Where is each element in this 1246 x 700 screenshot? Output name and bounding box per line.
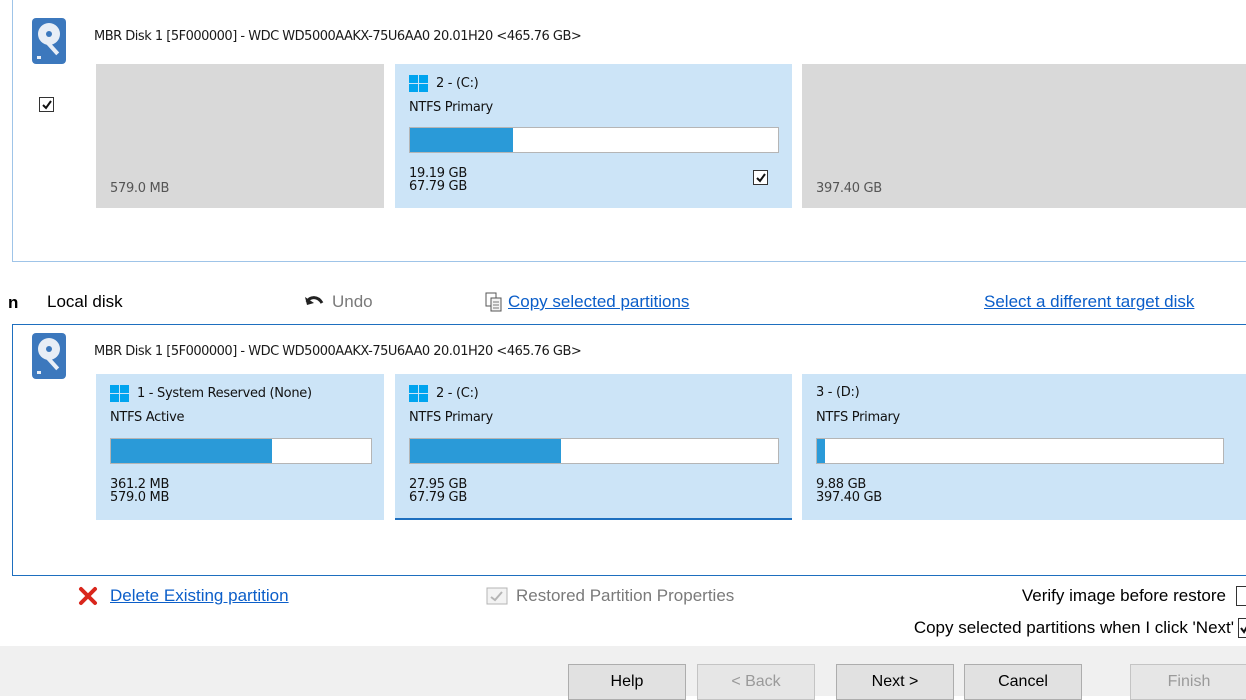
partition-total: 67.79 GB: [409, 179, 467, 194]
partition-type: NTFS Primary: [409, 410, 493, 425]
partition-label-row: 3 - (D:): [816, 385, 860, 400]
partition-total: 67.79 GB: [409, 490, 467, 505]
partition-label: 1 - System Reserved (None): [137, 386, 312, 401]
cancel-button[interactable]: Cancel: [964, 664, 1082, 700]
next-button[interactable]: Next >: [836, 664, 954, 700]
partition-label-row: 2 - (C:): [409, 385, 479, 402]
verify-label: Verify image before restore: [1021, 586, 1226, 605]
usage-fill: [410, 128, 514, 152]
help-button[interactable]: Help: [568, 664, 686, 700]
undo-icon: [305, 296, 324, 305]
cut-off-label: n: [8, 293, 19, 312]
partition-type: NTFS Active: [110, 410, 185, 425]
target-partition-3[interactable]: 3 - (D:) NTFS Primary 9.88 GB 397.40 GB: [802, 374, 1246, 520]
copy-selected-partitions-link[interactable]: Copy selected partitions: [484, 292, 689, 312]
target-disk-title: MBR Disk 1 [5F000000] - WDC WD5000AAKX-7…: [94, 344, 582, 359]
destination-label: Local disk: [47, 292, 123, 311]
hard-disk-icon: [32, 18, 66, 64]
partition-size: 579.0 MB: [110, 181, 170, 196]
finish-button[interactable]: Finish: [1130, 664, 1246, 700]
partition-usage-bar: [409, 127, 779, 153]
copy-icon: [485, 292, 502, 312]
partition-label: 3 - (D:): [816, 385, 860, 400]
copy-on-next-checkbox[interactable]: [1238, 618, 1246, 638]
restored-partition-properties-button[interactable]: Restored Partition Properties: [486, 586, 734, 606]
source-partition-3[interactable]: 397.40 GB: [802, 64, 1246, 208]
restored-props-label: Restored Partition Properties: [516, 586, 735, 605]
partition-total: 579.0 MB: [110, 490, 170, 505]
partition-label: 2 - (C:): [436, 76, 479, 91]
hard-disk-icon: [32, 333, 66, 379]
properties-icon: [486, 587, 508, 605]
partition-label: 2 - (C:): [436, 386, 479, 401]
partition-type: NTFS Primary: [409, 100, 493, 115]
windows-icon: [110, 385, 129, 402]
delete-existing-partition-link[interactable]: Delete Existing partition: [78, 586, 289, 606]
windows-icon: [409, 385, 428, 402]
partition-usage-bar: [409, 438, 779, 464]
source-partition-2[interactable]: 2 - (C:) NTFS Primary 19.19 GB 67.79 GB: [395, 64, 792, 208]
undo-label: Undo: [332, 292, 373, 311]
undo-button[interactable]: Undo: [304, 292, 373, 312]
delete-existing-label[interactable]: Delete Existing partition: [110, 586, 289, 606]
usage-fill: [817, 439, 826, 463]
target-partition-1[interactable]: 1 - System Reserved (None) NTFS Active 3…: [96, 374, 384, 520]
source-disk-checkbox[interactable]: [39, 97, 54, 112]
windows-icon: [409, 75, 428, 92]
copy-on-next-label: Copy selected partitions when I click 'N…: [913, 618, 1234, 637]
partition-size: 397.40 GB: [816, 181, 882, 196]
usage-fill: [410, 439, 561, 463]
delete-x-icon: [79, 587, 97, 605]
partition-label-row: 2 - (C:): [409, 75, 479, 92]
partition-total: 397.40 GB: [816, 490, 882, 505]
source-partition-1[interactable]: 579.0 MB: [96, 64, 384, 208]
select-target-disk-link[interactable]: Select a different target disk: [984, 292, 1194, 312]
back-button[interactable]: < Back: [697, 664, 815, 700]
usage-fill: [111, 439, 273, 463]
source-disk-title: MBR Disk 1 [5F000000] - WDC WD5000AAKX-7…: [94, 29, 582, 44]
verify-checkbox[interactable]: [1236, 586, 1246, 606]
partition-checkbox[interactable]: [753, 170, 768, 185]
copy-selected-label[interactable]: Copy selected partitions: [508, 292, 689, 312]
partition-usage-bar: [816, 438, 1224, 464]
partition-label-row: 1 - System Reserved (None): [110, 385, 312, 402]
target-partition-2[interactable]: 2 - (C:) NTFS Primary 27.95 GB 67.79 GB: [395, 374, 792, 520]
partition-type: NTFS Primary: [816, 410, 900, 425]
partition-usage-bar: [110, 438, 372, 464]
